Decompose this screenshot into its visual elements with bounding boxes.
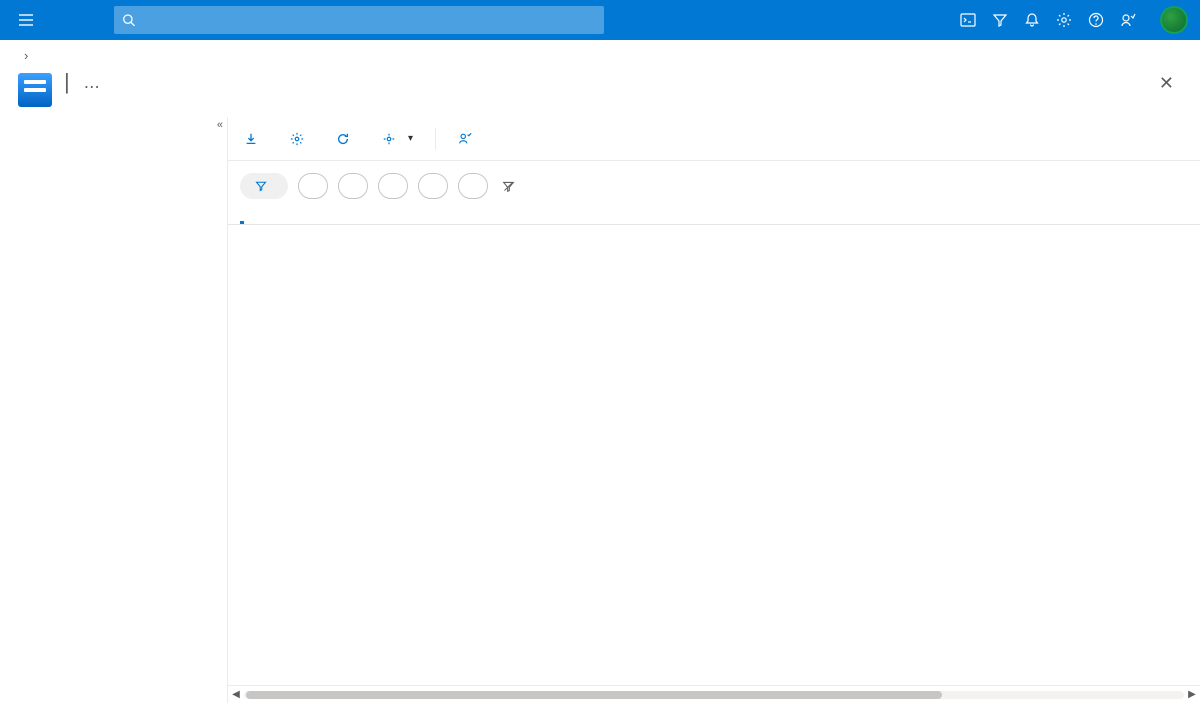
filter-icon[interactable]: [984, 0, 1016, 40]
refresh-button[interactable]: [332, 124, 360, 154]
help-icon[interactable]: [1080, 0, 1112, 40]
toolbar-divider: [435, 128, 436, 150]
download-button[interactable]: [240, 124, 268, 154]
hamburger-menu-icon[interactable]: [12, 6, 40, 34]
reset-filter-icon: [502, 180, 515, 193]
chevron-down-icon: ▾: [408, 133, 413, 144]
more-actions-icon[interactable]: ⋯: [84, 77, 100, 97]
filter-bar: [228, 161, 1200, 207]
show-dates-pill[interactable]: [298, 173, 328, 199]
service-filter-pill[interactable]: [378, 173, 408, 199]
add-filter-pill[interactable]: [240, 173, 288, 199]
azure-top-bar: [0, 0, 1200, 40]
audit-logs-table-wrap[interactable]: [228, 225, 1200, 685]
breadcrumb: ›: [0, 40, 1200, 63]
avatar[interactable]: [1160, 6, 1188, 34]
notifications-icon[interactable]: [1016, 0, 1048, 40]
scroll-left-icon[interactable]: ◀: [228, 689, 244, 700]
view-gear-icon: [382, 132, 396, 146]
page-resource-icon: [18, 73, 52, 107]
scrollbar-track[interactable]: [244, 691, 1184, 699]
export-data-settings-button[interactable]: [286, 124, 314, 154]
global-search[interactable]: [114, 6, 604, 34]
scroll-right-icon[interactable]: ▶: [1184, 689, 1200, 700]
person-feedback-icon: [458, 132, 472, 146]
category-filter-pill[interactable]: [418, 173, 448, 199]
manage-view-button[interactable]: ▾: [378, 124, 417, 154]
search-input[interactable]: [143, 13, 596, 28]
settings-gear-icon[interactable]: [1048, 0, 1080, 40]
reset-filters-button[interactable]: [502, 180, 521, 193]
tabs: [228, 207, 1200, 225]
refresh-icon: [336, 132, 350, 146]
got-feedback-button[interactable]: [454, 124, 482, 154]
tab-custom-security[interactable]: [268, 207, 272, 224]
feedback-icon[interactable]: [1112, 0, 1144, 40]
filter-funnel-icon: [255, 180, 267, 192]
gear-icon: [290, 132, 304, 146]
chevron-right-icon: ›: [24, 48, 28, 63]
tab-directory[interactable]: [240, 207, 244, 224]
page-title: |: [64, 69, 70, 95]
date-range-pill[interactable]: [338, 173, 368, 199]
download-icon: [244, 132, 258, 146]
scrollbar-thumb[interactable]: [246, 691, 942, 699]
main-content: ▾: [228, 117, 1200, 703]
sidebar: «: [0, 117, 228, 703]
title-bar: | ⋯ ✕: [0, 63, 1200, 117]
activity-filter-pill[interactable]: [458, 173, 488, 199]
search-icon: [122, 13, 135, 27]
cloud-shell-icon[interactable]: [952, 0, 984, 40]
close-blade-icon[interactable]: ✕: [1151, 69, 1182, 98]
command-bar: ▾: [228, 117, 1200, 161]
horizontal-scrollbar[interactable]: ◀ ▶: [228, 685, 1200, 703]
sidebar-section-monitoring: [0, 117, 227, 133]
collapse-sidebar-icon[interactable]: «: [217, 119, 223, 131]
